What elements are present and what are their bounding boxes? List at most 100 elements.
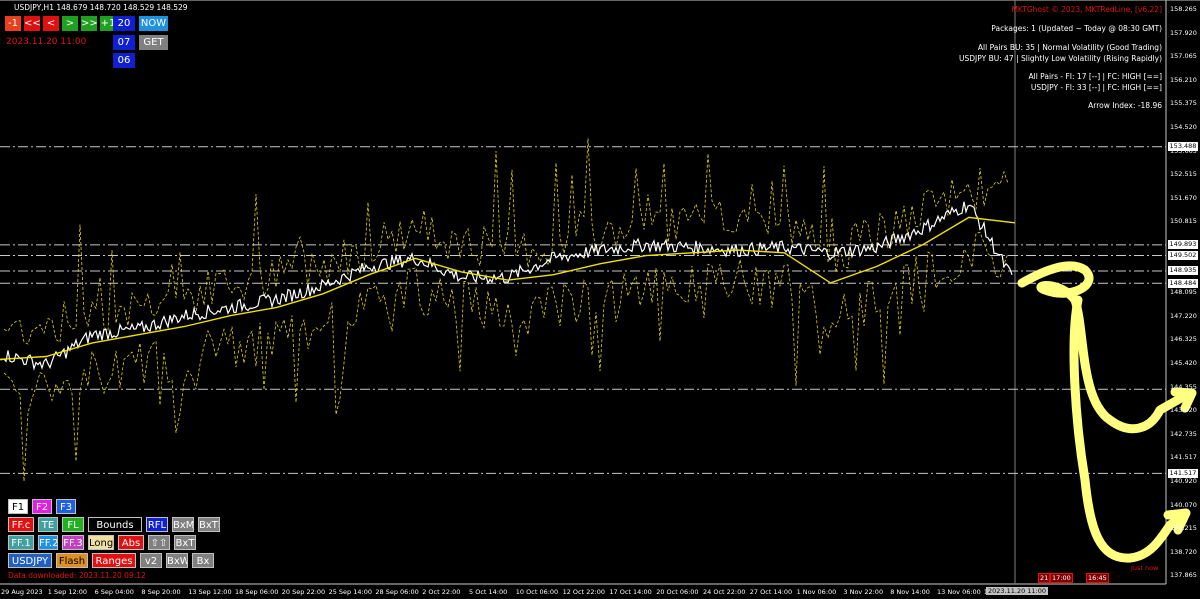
- packages-status: Packages: 1 (Updated ~ Today @ 08:30 GMT…: [991, 24, 1162, 33]
- marker-b: 17:00: [1050, 573, 1073, 583]
- tool-button-row2-4[interactable]: RFL: [146, 517, 168, 532]
- tool-button-row4-1[interactable]: Flash: [56, 553, 88, 568]
- time-tick: 24 Oct 22:00: [703, 588, 746, 596]
- month-button[interactable]: 07: [113, 35, 135, 50]
- time-tick: 5 Oct 14:00: [469, 588, 508, 596]
- arrow-index: Arrow Index: -18.96: [1088, 101, 1162, 110]
- marker-c: 16:45: [1086, 573, 1109, 583]
- time-tick: 17 Oct 14:00: [609, 588, 652, 596]
- time-tick: 13 Nov 06:00: [937, 588, 981, 596]
- time-tick: 6 Sep 04:00: [94, 588, 134, 596]
- tool-button-row1-2[interactable]: F3: [56, 499, 76, 514]
- price-chart[interactable]: [0, 0, 1200, 599]
- get-button[interactable]: GET: [139, 35, 168, 50]
- tool-button-row3-6[interactable]: BxT: [174, 535, 196, 550]
- hour-button[interactable]: 06: [113, 53, 135, 68]
- time-tick: 3 Nov 22:00: [843, 588, 884, 596]
- tool-button-row2-2[interactable]: FL: [62, 517, 84, 532]
- time-tick: 2 Oct 22:00: [422, 588, 461, 596]
- tool-button-row3-2[interactable]: FF.3: [62, 535, 84, 550]
- time-tick: 1 Sep 12:00: [47, 588, 88, 596]
- selected-date-label: 2023.11.20 11:00: [6, 37, 87, 47]
- price-tick: 137.865: [1170, 571, 1197, 580]
- price-tick: 155.375: [1170, 99, 1197, 108]
- price-tick: 143.520: [1170, 406, 1197, 415]
- upper-band: [3, 138, 1009, 345]
- tool-button-row3-5[interactable]: ⇧⇧: [148, 535, 170, 550]
- all-pairs-bu: All Pairs BU: 35 | Normal Volatility (Go…: [977, 43, 1162, 52]
- nav-button-2[interactable]: <: [43, 16, 59, 31]
- nav-button-1[interactable]: <<: [24, 16, 40, 31]
- price-level-label-2: 149.502: [1168, 251, 1198, 261]
- price-level-label-1: 149.893: [1168, 240, 1198, 250]
- usdjpy-fi: USDJPY - FI: 33 [--] | FC: HIGH [==]: [1030, 83, 1162, 92]
- tool-button-row2-1[interactable]: TE: [38, 517, 58, 532]
- tool-button-row4-3[interactable]: v2: [140, 553, 162, 568]
- time-tick: 8 Sep 20:00: [141, 588, 181, 596]
- price-tick: 141.517: [1170, 453, 1197, 462]
- nav-button-4[interactable]: >>: [81, 16, 97, 31]
- time-tick: 13 Sep 12:00: [188, 588, 232, 596]
- tool-button-row4-5[interactable]: Bx: [192, 553, 214, 568]
- tool-button-row3-3[interactable]: Long: [88, 535, 114, 550]
- time-tick: 29 Aug 2023: [1, 588, 43, 596]
- tool-button-row2-3[interactable]: Bounds: [88, 517, 142, 532]
- price-tick: 158.265: [1170, 5, 1197, 13]
- marker-a: 21: [1038, 573, 1051, 583]
- just-now-label: Just now: [1131, 564, 1159, 572]
- price-tick: 156.210: [1170, 75, 1197, 84]
- time-tick: 10 Oct 06:00: [515, 588, 559, 596]
- nav-button-0[interactable]: -1: [5, 16, 21, 31]
- tool-button-row4-0[interactable]: USDJPY: [8, 553, 52, 568]
- series-line-0: [0, 201, 1013, 371]
- time-tick: 18 Sep 06:00: [235, 588, 279, 596]
- tool-button-row3-1[interactable]: FF.2: [38, 535, 58, 550]
- price-tick: 144.355: [1170, 382, 1197, 391]
- price-level-label-4: 148.484: [1168, 278, 1198, 288]
- price-tick: 148.095: [1170, 288, 1197, 297]
- price-tick: 147.220: [1170, 311, 1197, 320]
- price-tick: 140.070: [1170, 500, 1197, 509]
- data-download-status: Data downloaded: 2023.11.20 09:12: [8, 571, 146, 580]
- annotation-start-dot: [1019, 280, 1025, 286]
- tool-button-row1-0[interactable]: F1: [8, 499, 28, 514]
- all-pairs-fi: All Pairs - FI: 17 [--] | FC: HIGH [==]: [1028, 72, 1162, 81]
- price-tick: 142.735: [1170, 429, 1197, 438]
- tool-button-row4-4[interactable]: BxW: [166, 553, 188, 568]
- price-tick: 150.815: [1170, 217, 1197, 226]
- price-tick: 146.325: [1170, 335, 1197, 344]
- price-tick: 157.920: [1170, 28, 1197, 37]
- tool-button-row2-6[interactable]: BxTh: [198, 517, 220, 532]
- time-tick: 8 Nov 14:00: [890, 588, 930, 596]
- day-button[interactable]: 20: [113, 16, 135, 31]
- price-tick: 151.670: [1170, 193, 1197, 202]
- time-tick: 1 Nov 06:00: [796, 588, 837, 596]
- time-tick: 27 Oct 14:00: [749, 588, 793, 596]
- price-tick: 157.065: [1170, 52, 1197, 61]
- price-tick: 140.920: [1170, 477, 1197, 485]
- tool-button-row1-1[interactable]: F2: [32, 499, 52, 514]
- price-level-label-3: 148.935: [1168, 266, 1198, 276]
- price-tick: 152.515: [1170, 170, 1197, 179]
- time-tick: 25 Sep 14:00: [328, 588, 372, 596]
- time-tick: 12 Oct 22:00: [562, 588, 605, 596]
- now-button[interactable]: NOW: [139, 16, 168, 31]
- time-cursor-label: 2023.11.20 11:00: [986, 587, 1049, 595]
- tool-button-row3-4[interactable]: Abs: [118, 535, 144, 550]
- time-tick: 20 Oct 06:00: [656, 588, 699, 596]
- symbol-info: USDJPY,H1 148.679 148.720 148.529 148.52…: [14, 3, 188, 12]
- price-level-label-0: 153.488: [1168, 142, 1198, 152]
- series-line-1: [0, 216, 1016, 360]
- lower-band: [3, 231, 1009, 482]
- tool-button-row2-0[interactable]: FF.c: [8, 517, 34, 532]
- tool-button-row2-5[interactable]: BxM: [172, 517, 194, 532]
- time-tick: 20 Sep 22:00: [281, 588, 326, 596]
- usdjpy-bu: USDJPY BU: 47 | Slightly Low Volatility …: [959, 54, 1162, 63]
- time-tick: 28 Sep 06:00: [375, 588, 419, 596]
- price-tick: 139.215: [1170, 524, 1197, 533]
- price-tick: 138.720: [1170, 547, 1197, 556]
- price-tick: 154.520: [1170, 123, 1197, 131]
- tool-button-row4-2[interactable]: Ranges: [92, 553, 136, 568]
- nav-button-3[interactable]: >: [62, 16, 78, 31]
- tool-button-row3-0[interactable]: FF.1: [8, 535, 34, 550]
